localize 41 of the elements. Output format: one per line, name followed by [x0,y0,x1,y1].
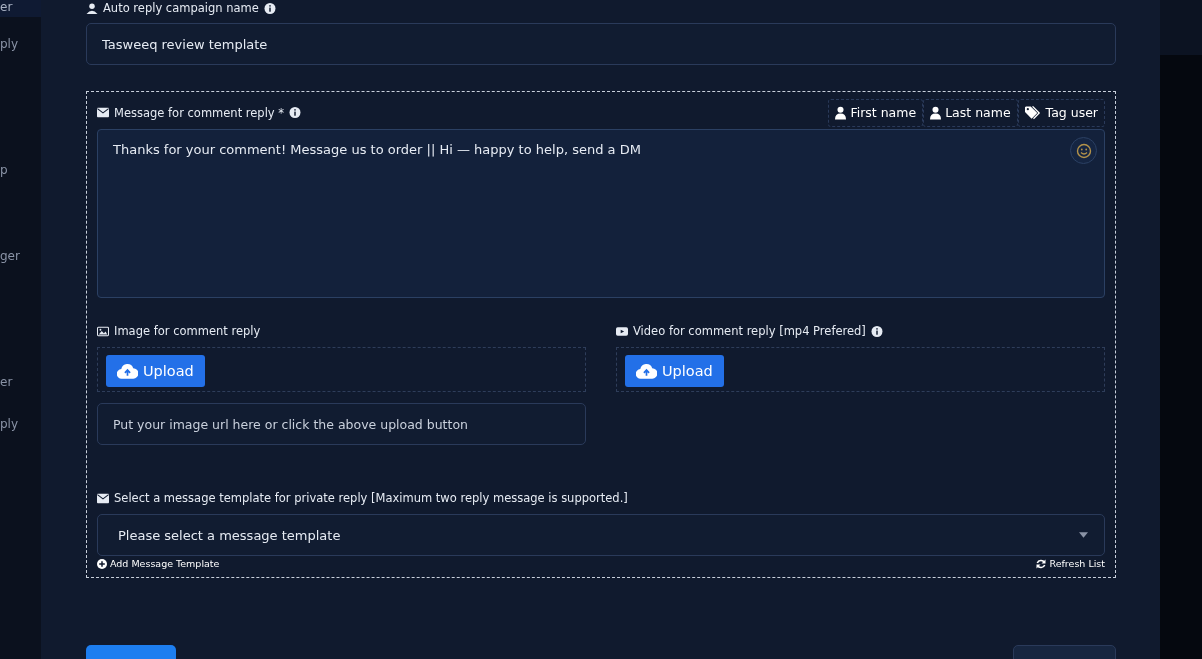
refresh-icon [1036,558,1047,569]
field-label: Video for comment reply [mp4 Prefered] [633,324,866,338]
field-label: Image for comment reply [114,324,261,338]
image-icon [97,325,109,337]
smiley-icon [1075,142,1092,159]
sidebar-item[interactable]: er [0,0,41,17]
person-icon [835,105,847,120]
upload-area[interactable]: Upload [616,347,1105,392]
video-icon [616,325,628,337]
upload-button[interactable]: Upload [106,355,205,387]
field-label: Message for comment reply * [114,105,285,120]
sidebar-item[interactable]: ply [0,34,41,54]
envelope-icon [97,492,109,504]
template-select[interactable]: Please select a message template [97,514,1105,556]
info-icon [289,107,302,118]
message-textarea[interactable]: Thanks for your comment! Message us to order || Hi — happy to help, send a DM [97,129,1105,298]
insert-button[interactable]: Tag user [1017,98,1105,127]
upload-button[interactable]: Upload [625,355,724,387]
envelope-icon [97,107,109,118]
cloud-upload-icon [117,363,138,379]
plus-circle-icon [97,558,107,569]
insert-button[interactable]: Last name [923,98,1018,127]
field-label: Auto reply campaign name [103,1,259,15]
caret-icon [1079,532,1088,538]
sidebar-item[interactable]: er [0,372,41,392]
upload-area[interactable]: Upload [97,347,586,392]
tag-icon [1024,105,1042,120]
info-icon [870,325,883,337]
sidebar-item[interactable]: ger [0,246,41,266]
sidebar-item[interactable]: p [0,160,41,180]
add-template-link[interactable]: Add Message Template [97,558,220,569]
person-icon [86,2,98,14]
emoji-button[interactable] [1070,137,1097,164]
image-url-field[interactable]: Put your image url here or click the above upload button [97,403,586,445]
refresh-list-link[interactable]: Refresh List [1036,558,1105,569]
campaign-name-field[interactable]: Tasweeq review template [86,23,1116,65]
insert-button[interactable]: First name [828,98,924,127]
field-label: Select a message template for private reply [Maximum two reply message is supported.] [114,491,628,505]
cloud-upload-icon [636,363,657,379]
person-icon [930,105,942,120]
sidebar-item[interactable]: ply [0,414,41,434]
